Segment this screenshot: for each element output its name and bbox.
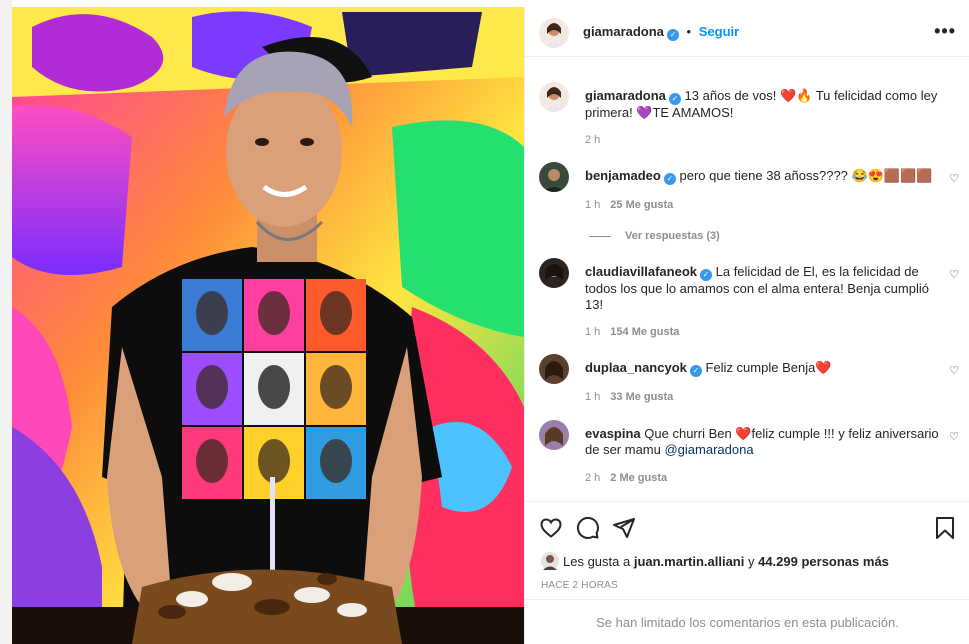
comment-time: 2 h bbox=[585, 472, 601, 484]
comment-item: evaspina Que churri Ben ❤️feliz cumple !… bbox=[539, 420, 959, 490]
comment-body: duplaa_nancyok ✓ Feliz cumple Benja❤️ bbox=[585, 360, 945, 377]
likes-middle: y bbox=[744, 554, 759, 569]
comment-time: 1 h bbox=[585, 199, 601, 211]
comment-likes[interactable]: 33 Me gusta bbox=[610, 391, 673, 403]
comment-meta: 1 h 25 Me gusta bbox=[585, 199, 673, 211]
author-avatar-image bbox=[539, 18, 569, 48]
follow-button[interactable]: Seguir bbox=[699, 24, 739, 39]
comment-username[interactable]: benjamadeo bbox=[585, 168, 661, 183]
verified-icon: ✓ bbox=[689, 365, 702, 377]
caption-body: giamaradona ✓ 13 años de vos! ❤️🔥 Tu feli… bbox=[585, 88, 945, 121]
post-image bbox=[12, 7, 524, 644]
comment-avatar[interactable] bbox=[539, 162, 569, 192]
comment-item: claudiavillafaneok ✓ La felicidad de El, … bbox=[539, 258, 959, 338]
comment-avatar[interactable] bbox=[539, 420, 569, 450]
comment-likes[interactable]: 2 Me gusta bbox=[610, 472, 667, 484]
caption-time: 2 h bbox=[585, 134, 601, 146]
heart-icon[interactable] bbox=[539, 516, 563, 540]
comment-item: benjamadeo ✓ pero que tiene 38 añoss???? … bbox=[539, 162, 959, 242]
likes-count[interactable]: 44.299 personas más bbox=[758, 554, 889, 569]
caption: giamaradona ✓ 13 años de vos! ❤️🔥 Tu feli… bbox=[539, 82, 959, 152]
comment-text: pero que tiene 38 añoss???? 😂😍🟫🟫🟫 bbox=[679, 168, 933, 183]
likes-user[interactable]: juan.martin.alliani bbox=[634, 554, 745, 569]
comment-likes[interactable]: 154 Me gusta bbox=[610, 326, 679, 338]
comment-body: benjamadeo ✓ pero que tiene 38 añoss???? … bbox=[585, 168, 945, 185]
comments-limited-notice: Se han limitado los comentarios en esta … bbox=[525, 599, 969, 644]
likes-summary[interactable]: Les gusta a juan.martin.alliani y 44.299… bbox=[541, 552, 889, 570]
comment-meta: 2 h 2 Me gusta bbox=[585, 472, 667, 484]
comment-time: 1 h bbox=[585, 326, 601, 338]
comment-avatar-image bbox=[539, 354, 569, 384]
comment-username[interactable]: evaspina bbox=[585, 426, 641, 441]
posted-time: HACE 2 HORAS bbox=[541, 580, 618, 591]
post-header: giamaradona ✓ • Seguir ••• bbox=[525, 7, 969, 57]
post-photo[interactable] bbox=[12, 7, 524, 644]
share-icon[interactable] bbox=[612, 516, 636, 540]
liker-avatar bbox=[541, 552, 559, 570]
comment-meta: 1 h 33 Me gusta bbox=[585, 391, 673, 403]
comment-time: 1 h bbox=[585, 391, 601, 403]
post-panel: giamaradona ✓ • Seguir ••• giamaradona ✓ 1… bbox=[524, 7, 969, 644]
verified-icon: ✓ bbox=[666, 29, 679, 41]
comment-avatar-image bbox=[539, 420, 569, 450]
view-replies-button[interactable]: Ver respuestas (3) bbox=[589, 230, 720, 242]
comment-meta: 1 h 154 Me gusta bbox=[585, 326, 679, 338]
comment-avatar-image bbox=[539, 258, 569, 288]
comment-username[interactable]: duplaa_nancyok bbox=[585, 360, 687, 375]
author-username[interactable]: giamaradona bbox=[583, 24, 664, 39]
comment-item: duplaa_nancyok ✓ Feliz cumple Benja❤️ ♡ 1… bbox=[539, 354, 959, 404]
comment-like-heart-icon[interactable]: ♡ bbox=[949, 268, 959, 281]
view-replies-label: Ver respuestas (3) bbox=[625, 230, 720, 242]
comment-avatar[interactable] bbox=[539, 354, 569, 384]
comment-body: claudiavillafaneok ✓ La felicidad de El, … bbox=[585, 264, 945, 313]
comment-mention[interactable]: @giamaradona bbox=[664, 442, 753, 457]
comment-username[interactable]: claudiavillafaneok bbox=[585, 264, 697, 279]
comment-like-heart-icon[interactable]: ♡ bbox=[949, 430, 959, 443]
comment-icon[interactable] bbox=[576, 516, 600, 540]
comment-text: Feliz cumple Benja❤️ bbox=[705, 360, 832, 375]
more-icon[interactable]: ••• bbox=[934, 21, 956, 42]
caption-username[interactable]: giamaradona bbox=[585, 88, 666, 103]
verified-icon: ✓ bbox=[668, 93, 681, 105]
comment-avatar[interactable] bbox=[539, 258, 569, 288]
replies-line bbox=[589, 235, 611, 237]
separator-dot: • bbox=[686, 24, 692, 39]
post-actions: Les gusta a juan.martin.alliani y 44.299… bbox=[525, 501, 969, 644]
page-background bbox=[0, 0, 12, 644]
verified-icon: ✓ bbox=[663, 173, 676, 185]
caption-avatar[interactable] bbox=[539, 82, 569, 112]
comment-body: evaspina Que churri Ben ❤️feliz cumple !… bbox=[585, 426, 945, 458]
bookmark-icon[interactable] bbox=[934, 516, 956, 540]
likes-prefix: Les gusta a bbox=[563, 554, 634, 569]
comments-list[interactable]: giamaradona ✓ 13 años de vos! ❤️🔥 Tu feli… bbox=[525, 58, 969, 501]
comment-avatar-image bbox=[539, 162, 569, 192]
comment-likes[interactable]: 25 Me gusta bbox=[610, 199, 673, 211]
verified-icon: ✓ bbox=[700, 269, 712, 281]
caption-avatar-image bbox=[539, 82, 569, 112]
comment-like-heart-icon[interactable]: ♡ bbox=[949, 364, 959, 377]
author-avatar[interactable] bbox=[539, 18, 569, 48]
comment-like-heart-icon[interactable]: ♡ bbox=[949, 172, 959, 185]
